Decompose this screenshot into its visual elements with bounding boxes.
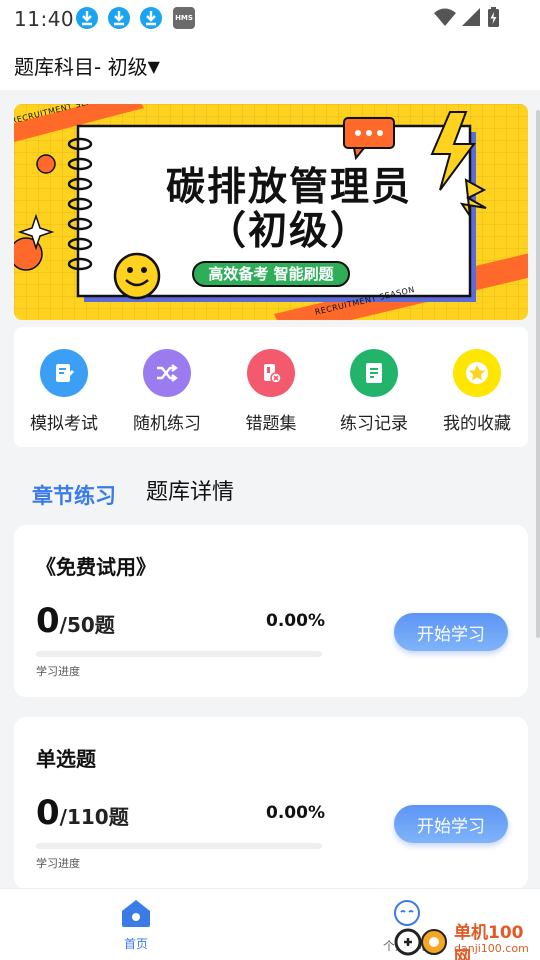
- dropdown-caret-icon: ▼: [147, 57, 160, 76]
- nav-home[interactable]: 首页: [106, 897, 166, 952]
- battery-charging-icon: [488, 7, 499, 27]
- tab-chapter-practice[interactable]: 章节练习: [32, 480, 116, 510]
- done-count: 0: [36, 601, 60, 641]
- start-study-button[interactable]: 开始学习: [394, 613, 508, 651]
- system-status-icons: [434, 7, 499, 27]
- total-count: /110题: [59, 805, 129, 829]
- shuffle-icon: [143, 349, 191, 397]
- signal-icon: [462, 8, 480, 26]
- wrong-questions-icon: [247, 349, 295, 397]
- progress-bar: [36, 843, 322, 849]
- banner-tagline: 高效备考 智能刷题: [192, 261, 350, 287]
- start-study-button[interactable]: 开始学习: [394, 805, 508, 843]
- nav-home-label: 首页: [123, 937, 148, 951]
- question-count: 0/50题: [36, 601, 115, 641]
- menu-practice-record[interactable]: 练习记录: [324, 349, 424, 434]
- question-count: 0/110题: [36, 793, 129, 833]
- menu-label: 模拟考试: [30, 414, 98, 434]
- download-icon: [108, 7, 130, 29]
- tab-bank-details[interactable]: 题库详情: [146, 474, 234, 506]
- site-watermark: 单机100网 danji100.com: [392, 918, 540, 960]
- menu-label: 练习记录: [340, 414, 408, 434]
- home-icon: [122, 900, 150, 927]
- progress-percent: 0.00%: [266, 611, 325, 631]
- banner-subtitle: （初级）: [206, 209, 371, 254]
- done-count: 0: [36, 793, 60, 833]
- app-header: 题库科目- 初级▼: [0, 38, 540, 90]
- menu-label: 我的收藏: [443, 414, 511, 434]
- section-card: 单选题 0/110题 0.00% 学习进度 开始学习: [14, 717, 528, 889]
- wifi-icon: [434, 8, 456, 26]
- progress-percent: 0.00%: [266, 803, 325, 823]
- status-time: 11:40: [14, 7, 75, 31]
- quick-menu: 模拟考试 随机练习 错题集 练习记录 我的收藏: [14, 327, 528, 447]
- promo-banner[interactable]: 碳排放管理员 （初级） 高效备考 智能刷题 RECRUITMENT SEASON…: [14, 104, 528, 320]
- subject-selector[interactable]: 题库科目- 初级▼: [14, 51, 160, 80]
- watermark-logo-icon: [394, 928, 447, 956]
- menu-my-favorites[interactable]: 我的收藏: [427, 349, 527, 434]
- record-icon: [350, 349, 398, 397]
- progress-bar: [36, 651, 322, 657]
- menu-label: 错题集: [245, 414, 297, 434]
- status-bar: 11:40 HMS: [0, 0, 540, 38]
- exam-icon: [40, 349, 88, 397]
- section-card: 《免费试用》 0/50题 0.00% 学习进度 开始学习: [14, 525, 528, 697]
- subject-label: 题库科目- 初级: [14, 55, 148, 79]
- menu-random-practice[interactable]: 随机练习: [117, 349, 217, 434]
- hms-icon: HMS: [173, 7, 195, 29]
- section-title: 单选题: [36, 747, 96, 771]
- download-icon: [76, 7, 98, 29]
- section-title: 《免费试用》: [36, 555, 156, 579]
- total-count: /50题: [59, 613, 115, 637]
- download-icon: [140, 7, 162, 29]
- menu-label: 随机练习: [133, 414, 201, 434]
- scrollbar[interactable]: [536, 110, 540, 638]
- watermark-url: danji100.com: [454, 942, 529, 955]
- star-icon: [453, 349, 501, 397]
- menu-wrong-questions[interactable]: 错题集: [221, 349, 321, 434]
- progress-label: 学习进度: [36, 665, 80, 678]
- menu-mock-exam[interactable]: 模拟考试: [14, 349, 114, 434]
- progress-label: 学习进度: [36, 857, 80, 870]
